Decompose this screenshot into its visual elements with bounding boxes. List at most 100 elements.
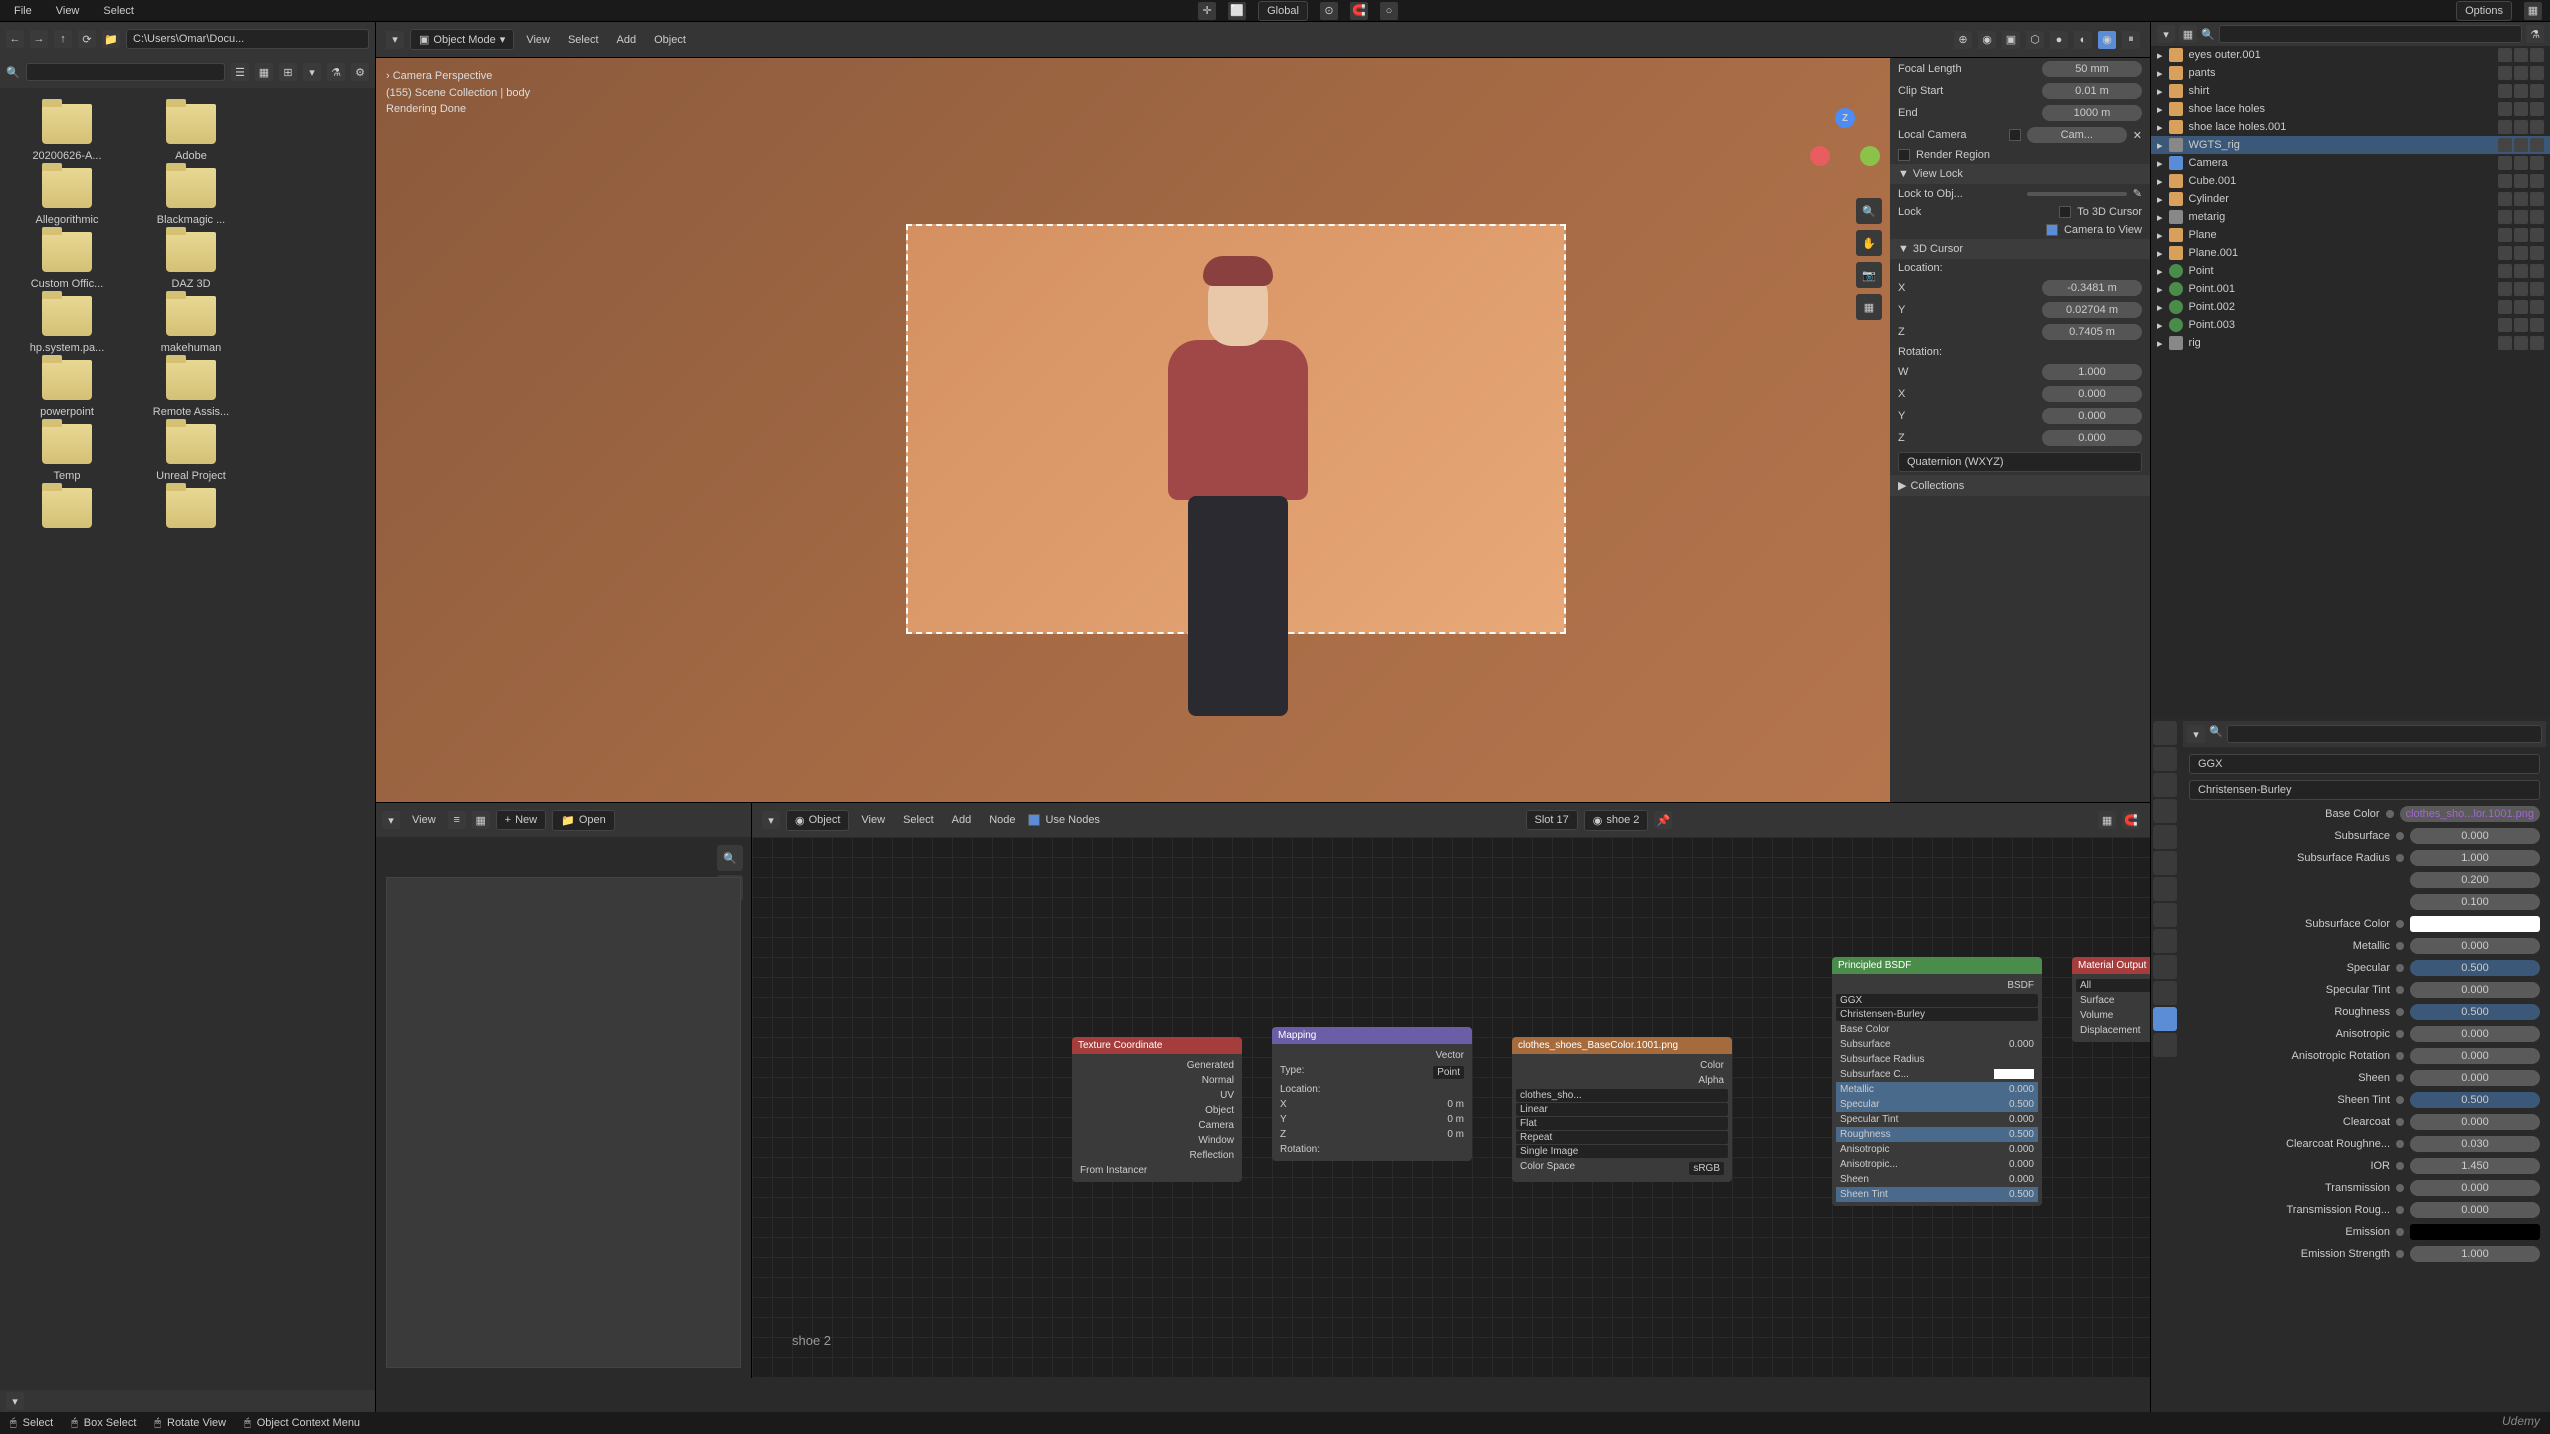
visibility-toggle[interactable] <box>2498 66 2512 80</box>
shading-rendered-icon[interactable]: ◉ <box>2098 31 2116 49</box>
ss-radius-socket[interactable] <box>2396 854 2404 862</box>
rot-w-value[interactable]: 1.000 <box>2042 364 2142 380</box>
base-color-socket[interactable] <box>2386 810 2394 818</box>
emission-swatch[interactable] <box>2410 1224 2540 1240</box>
eyedropper-icon[interactable]: ✎ <box>2133 187 2142 200</box>
viewport-menu-view[interactable]: View <box>520 32 556 48</box>
tab-physics[interactable] <box>2153 929 2177 953</box>
outliner-item[interactable]: ▸pants <box>2151 64 2550 82</box>
visibility-toggle[interactable] <box>2530 192 2544 206</box>
transmission-value[interactable]: 0.000 <box>2410 1180 2540 1196</box>
lock-to-obj-value[interactable] <box>2027 192 2127 196</box>
chevron-icon[interactable]: ▸ <box>2157 139 2163 152</box>
pan-icon[interactable]: ✋ <box>1856 230 1882 256</box>
aniso-rot-socket[interactable] <box>2396 1052 2404 1060</box>
gizmo-y-axis[interactable] <box>1860 146 1880 166</box>
menu-view[interactable]: View <box>50 3 86 19</box>
sheen-socket[interactable] <box>2396 1074 2404 1082</box>
rot-z-value[interactable]: 0.000 <box>2042 430 2142 446</box>
visibility-toggle[interactable] <box>2498 210 2512 224</box>
visibility-toggle[interactable] <box>2530 174 2544 188</box>
visibility-toggle[interactable] <box>2514 210 2528 224</box>
visibility-toggle[interactable] <box>2530 210 2544 224</box>
menu-select[interactable]: Select <box>97 3 140 19</box>
mode-dropdown[interactable]: ▣ Object Mode ▾ <box>410 29 514 50</box>
outliner-item[interactable]: ▸Cylinder <box>2151 190 2550 208</box>
nav-gizmo[interactable]: Z <box>1810 108 1880 178</box>
display-options-icon[interactable]: ▾ <box>303 63 321 81</box>
snap-icon[interactable]: ⬜ <box>1228 2 1246 20</box>
image-canvas[interactable]: 🔍 ✋ <box>376 837 751 1378</box>
node-mapping[interactable]: Mapping Vector Type:Point Location: X0 m… <box>1272 1027 1472 1161</box>
tab-render[interactable] <box>2153 721 2177 745</box>
chevron-icon[interactable]: ▸ <box>2157 67 2163 80</box>
gizmo-toggle-icon[interactable]: ⊕ <box>1954 31 1972 49</box>
visibility-toggle[interactable] <box>2514 48 2528 62</box>
chevron-icon[interactable]: ▸ <box>2157 265 2163 278</box>
file-item[interactable]: makehuman <box>132 296 250 354</box>
image-browse-icon[interactable]: ≡ <box>448 811 466 829</box>
node-principled-bsdf[interactable]: Principled BSDF BSDF GGX Christensen-Bur… <box>1832 957 2042 1206</box>
specular-socket[interactable] <box>2396 964 2404 972</box>
rotation-mode-dropdown[interactable]: Quaternion (WXYZ) <box>1898 452 2142 472</box>
image-editor-type-icon[interactable]: ▾ <box>382 811 400 829</box>
outliner-item[interactable]: ▸rig <box>2151 334 2550 352</box>
viewport-menu-select[interactable]: Select <box>562 32 605 48</box>
file-item[interactable]: Remote Assis... <box>132 360 250 418</box>
chevron-icon[interactable]: ▸ <box>2157 247 2163 260</box>
clearcoat-rough-socket[interactable] <box>2396 1140 2404 1148</box>
chevron-icon[interactable]: ▸ <box>2157 319 2163 332</box>
ior-value[interactable]: 1.450 <box>2410 1158 2540 1174</box>
shading-matprev-icon[interactable]: ◐ <box>2074 31 2092 49</box>
file-item[interactable] <box>132 488 250 534</box>
outliner-item[interactable]: ▸Cube.001 <box>2151 172 2550 190</box>
trans-rough-socket[interactable] <box>2396 1206 2404 1214</box>
visibility-toggle[interactable] <box>2498 48 2512 62</box>
visibility-toggle[interactable] <box>2498 84 2512 98</box>
menu-file[interactable]: File <box>8 3 38 19</box>
material-selector[interactable]: ◉ shoe 2 <box>1584 810 1649 831</box>
file-item[interactable]: 20200626-A... <box>8 104 126 162</box>
rot-x-value[interactable]: 0.000 <box>2042 386 2142 402</box>
outliner-item[interactable]: ▸Point.003 <box>2151 316 2550 334</box>
visibility-toggle[interactable] <box>2530 264 2544 278</box>
emission-str-value[interactable]: 1.000 <box>2410 1246 2540 1262</box>
transmission-socket[interactable] <box>2396 1184 2404 1192</box>
outliner-display-icon[interactable]: ▦ <box>2179 25 2197 43</box>
file-item[interactable]: DAZ 3D <box>132 232 250 290</box>
chevron-icon[interactable]: ▸ <box>2157 211 2163 224</box>
xray-icon[interactable]: ▣ <box>2002 31 2020 49</box>
clearcoat-socket[interactable] <box>2396 1118 2404 1126</box>
outliner-item[interactable]: ▸Point.001 <box>2151 280 2550 298</box>
visibility-toggle[interactable] <box>2530 228 2544 242</box>
subsurface-socket[interactable] <box>2396 832 2404 840</box>
ss-color-swatch[interactable] <box>2410 916 2540 932</box>
visibility-toggle[interactable] <box>2498 264 2512 278</box>
orientation-dropdown[interactable]: Global <box>1258 1 1308 21</box>
shading-solid-icon[interactable]: ● <box>2050 31 2068 49</box>
file-item[interactable]: Allegorithmic <box>8 168 126 226</box>
chevron-icon[interactable]: ▸ <box>2157 175 2163 188</box>
specular-value[interactable]: 0.500 <box>2410 960 2540 976</box>
layout-icon[interactable]: ▦ <box>2524 2 2542 20</box>
visibility-toggle[interactable] <box>2514 102 2528 116</box>
outliner-filter-icon[interactable]: ⚗ <box>2526 25 2544 43</box>
trans-rough-value[interactable]: 0.000 <box>2410 1202 2540 1218</box>
visibility-toggle[interactable] <box>2514 120 2528 134</box>
file-item[interactable] <box>8 488 126 534</box>
visibility-toggle[interactable] <box>2514 336 2528 350</box>
editor-type-3d-icon[interactable]: ▾ <box>386 31 404 49</box>
ss-radius-3[interactable]: 0.100 <box>2410 894 2540 910</box>
image-menu-view[interactable]: View <box>406 812 442 828</box>
outliner-item[interactable]: ▸WGTS_rig <box>2151 136 2550 154</box>
outliner-item[interactable]: ▸Plane <box>2151 226 2550 244</box>
props-type-icon[interactable]: ▾ <box>2187 725 2205 743</box>
node-texture-coordinate[interactable]: Texture Coordinate GeneratedNormalUVObje… <box>1072 1037 1242 1182</box>
zoom-icon[interactable]: 🔍 <box>1856 198 1882 224</box>
visibility-toggle[interactable] <box>2514 66 2528 80</box>
rot-y-value[interactable]: 0.000 <box>2042 408 2142 424</box>
outliner-item[interactable]: ▸shoe lace holes <box>2151 100 2550 118</box>
visibility-toggle[interactable] <box>2514 84 2528 98</box>
visibility-toggle[interactable] <box>2530 84 2544 98</box>
chevron-icon[interactable]: ▸ <box>2157 121 2163 134</box>
